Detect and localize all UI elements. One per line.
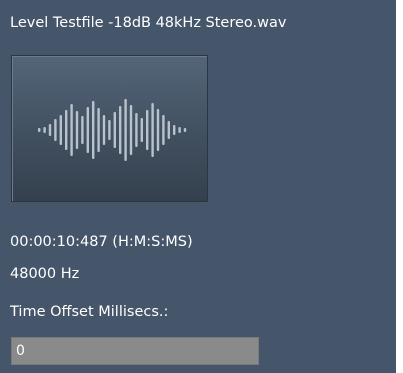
time-offset-input[interactable] xyxy=(11,337,259,365)
sample-rate-label: 48000 Hz xyxy=(10,266,80,282)
audio-file-thumbnail[interactable] xyxy=(11,55,208,202)
time-offset-label: Time Offset Millisecs.: xyxy=(10,304,169,320)
file-name-label: Level Testfile -18dB 48kHz Stereo.wav xyxy=(10,15,287,31)
audio-waveform-icon xyxy=(38,99,187,161)
file-info-panel: Level Testfile -18dB 48kHz Stereo.wav 00… xyxy=(0,0,396,373)
duration-label: 00:00:10:487 (H:M:S:MS) xyxy=(10,234,193,250)
